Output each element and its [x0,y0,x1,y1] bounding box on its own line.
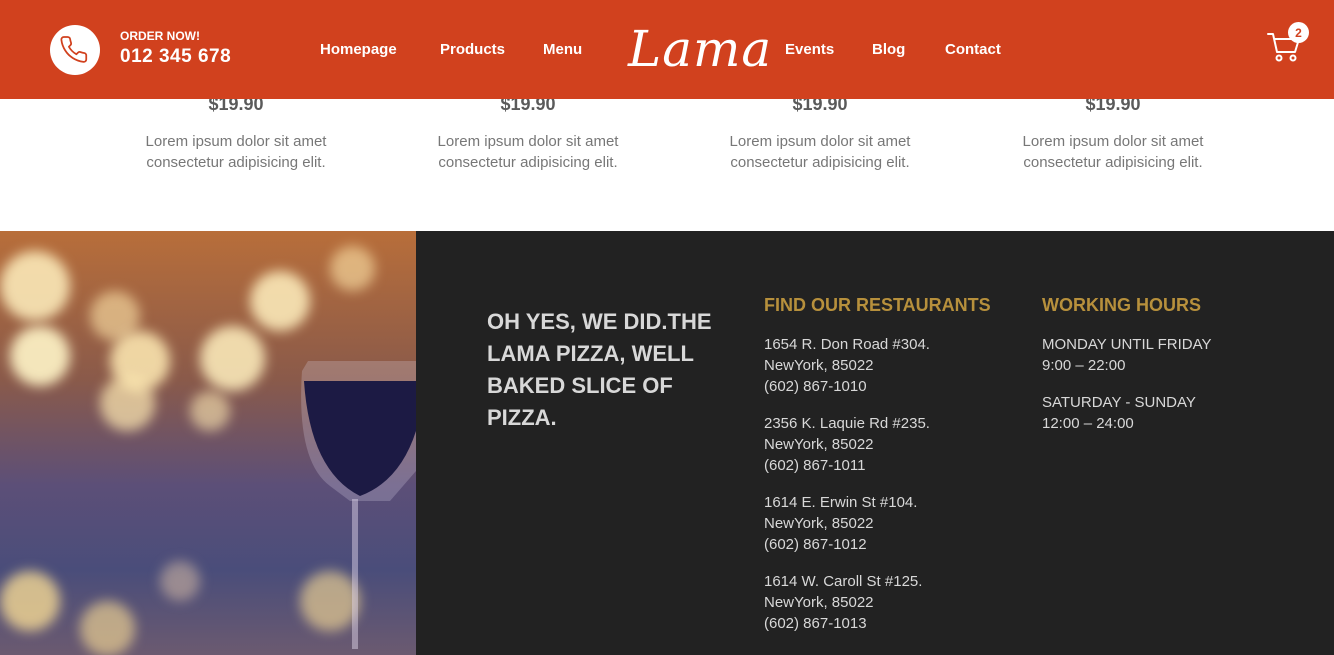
nav-homepage[interactable]: Homepage [320,41,397,58]
footer: OH YES, WE DID.THE LAMA PIZZA, WELL BAKE… [0,231,1334,655]
product-desc-line: Lorem ipsum dolor sit amet [145,133,327,150]
slogan-line: PIZZA. [487,405,557,430]
product-desc-line: consectetur adipisicing elit. [1023,154,1203,171]
product-description: Lorem ipsum dolor sit amet consectetur a… [398,131,658,173]
product-card: $19.90 Lorem ipsum dolor sit amet consec… [983,94,1243,173]
address-city: NewYork, 85022 [764,357,874,374]
hours-time: 9:00 – 22:00 [1042,357,1126,374]
slogan-line: OH YES, WE DID.THE [487,309,712,334]
navbar: ORDER NOW! 012 345 678 Homepage Products… [0,0,1334,99]
nav-menu[interactable]: Menu [543,41,582,58]
working-hours-title: WORKING HOURS [1042,295,1201,315]
footer-slogan: OH YES, WE DID.THE LAMA PIZZA, WELL BAKE… [487,306,737,434]
product-description: Lorem ipsum dolor sit amet consectetur a… [690,131,950,173]
nav-products[interactable]: Products [440,41,505,58]
address-phone[interactable]: (602) 867-1012 [764,534,917,555]
hours-days: MONDAY UNTIL FRIDAY [1042,336,1212,353]
product-card: $19.90 Lorem ipsum dolor sit amet consec… [690,94,950,173]
footer-background-image [0,231,416,655]
slogan-line: LAMA PIZZA, WELL [487,341,694,366]
nav-events[interactable]: Events [785,41,834,58]
address-street: 1614 W. Caroll St #125. [764,573,923,590]
product-desc-line: Lorem ipsum dolor sit amet [729,133,911,150]
product-desc-line: consectetur adipisicing elit. [146,154,326,171]
nav-contact[interactable]: Contact [945,41,1001,58]
restaurant-address: 1614 E. Erwin St #104. NewYork, 85022 (6… [764,492,917,555]
address-phone[interactable]: (602) 867-1010 [764,376,930,397]
product-desc-line: Lorem ipsum dolor sit amet [1022,133,1204,150]
address-street: 2356 K. Laquie Rd #235. [764,415,930,432]
address-street: 1614 E. Erwin St #104. [764,494,918,511]
restaurants-title: FIND OUR RESTAURANTS [764,295,991,315]
working-hours-entry: MONDAY UNTIL FRIDAY 9:00 – 22:00 [1042,334,1211,376]
slogan-line: BAKED SLICE OF [487,373,673,398]
order-now-label: ORDER NOW! [120,29,200,43]
phone-icon[interactable] [50,25,100,75]
product-description: Lorem ipsum dolor sit amet consectetur a… [106,131,366,173]
address-street: 1654 R. Don Road #304. [764,336,930,353]
address-city: NewYork, 85022 [764,515,874,532]
restaurant-address: 1654 R. Don Road #304. NewYork, 85022 (6… [764,334,930,397]
restaurant-address: 1614 W. Caroll St #125. NewYork, 85022 (… [764,571,922,634]
restaurant-address: 2356 K. Laquie Rd #235. NewYork, 85022 (… [764,413,930,476]
cart-count-badge: 2 [1288,22,1309,43]
hours-days: SATURDAY - SUNDAY [1042,394,1196,411]
address-phone[interactable]: (602) 867-1013 [764,613,922,634]
wine-glass-icon [301,361,416,649]
product-desc-line: consectetur adipisicing elit. [438,154,618,171]
hours-time: 12:00 – 24:00 [1042,415,1134,432]
nav-blog[interactable]: Blog [872,41,905,58]
order-phone-number[interactable]: 012 345 678 [120,46,231,68]
address-phone[interactable]: (602) 867-1011 [764,455,930,476]
product-card: $19.90 Lorem ipsum dolor sit amet consec… [106,94,366,173]
product-desc-line: consectetur adipisicing elit. [730,154,910,171]
product-card: $19.90 Lorem ipsum dolor sit amet consec… [398,94,658,173]
address-city: NewYork, 85022 [764,436,874,453]
address-city: NewYork, 85022 [764,594,874,611]
product-desc-line: Lorem ipsum dolor sit amet [437,133,619,150]
product-description: Lorem ipsum dolor sit amet consectetur a… [983,131,1243,173]
logo[interactable]: Lama [628,14,772,84]
working-hours-entry: SATURDAY - SUNDAY 12:00 – 24:00 [1042,392,1196,434]
